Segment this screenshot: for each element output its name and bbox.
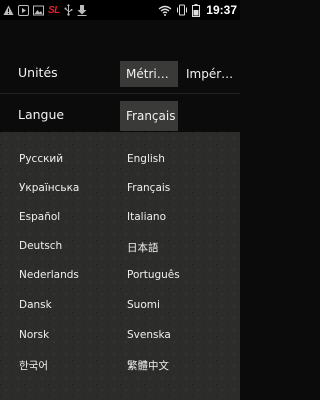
- units-label: Unités: [18, 65, 58, 80]
- language-selector[interactable]: Français: [120, 101, 178, 131]
- language-option-norwegian[interactable]: Norsk: [19, 329, 49, 341]
- notification-icons: SL: [3, 4, 87, 16]
- warning-icon: [3, 5, 14, 16]
- language-option-danish[interactable]: Dansk: [19, 299, 52, 311]
- language-option-japanese[interactable]: 日本語: [127, 240, 159, 255]
- clock-time: 19:37: [206, 3, 237, 17]
- wifi-icon: [158, 5, 172, 16]
- language-option-french[interactable]: Français: [127, 182, 170, 194]
- battery-icon: [192, 3, 201, 17]
- language-setting-row: Langue Français: [0, 99, 240, 133]
- vibrate-icon: [176, 4, 188, 16]
- usb-icon: [64, 4, 73, 16]
- system-icons: 19:37: [158, 3, 237, 17]
- language-option-dutch[interactable]: Nederlands: [19, 269, 79, 281]
- language-option-portuguese[interactable]: Português: [127, 269, 180, 281]
- status-bar: SL 19:37: [0, 0, 240, 20]
- language-list-panel: Русский Українська Español Deutsch Neder…: [0, 132, 240, 400]
- language-option-swedish[interactable]: Svenska: [127, 329, 171, 341]
- sl-logo-text: SL: [48, 4, 60, 16]
- language-label: Langue: [18, 107, 65, 122]
- language-option-italian[interactable]: Italiano: [127, 211, 166, 223]
- image-icon: [33, 5, 44, 16]
- sl-logo-icon: SL: [48, 5, 60, 16]
- language-option-finnish[interactable]: Suomi: [127, 299, 160, 311]
- language-option-spanish[interactable]: Español: [19, 211, 60, 223]
- language-option-korean[interactable]: 한국어: [19, 358, 48, 373]
- language-option-traditional-chinese[interactable]: 繁體中文: [127, 358, 169, 373]
- divider: [0, 93, 240, 94]
- language-option-russian[interactable]: Русский: [19, 153, 63, 165]
- language-option-german[interactable]: Deutsch: [19, 240, 62, 252]
- units-option-imperial[interactable]: Impér…: [180, 61, 240, 87]
- units-setting-row: Unités Métri… Impér…: [0, 57, 240, 91]
- language-option-english[interactable]: English: [127, 153, 165, 165]
- language-option-ukrainian[interactable]: Українська: [19, 182, 79, 194]
- play-icon: [18, 4, 29, 16]
- units-option-metric[interactable]: Métri…: [120, 61, 178, 87]
- download-icon: [77, 4, 87, 16]
